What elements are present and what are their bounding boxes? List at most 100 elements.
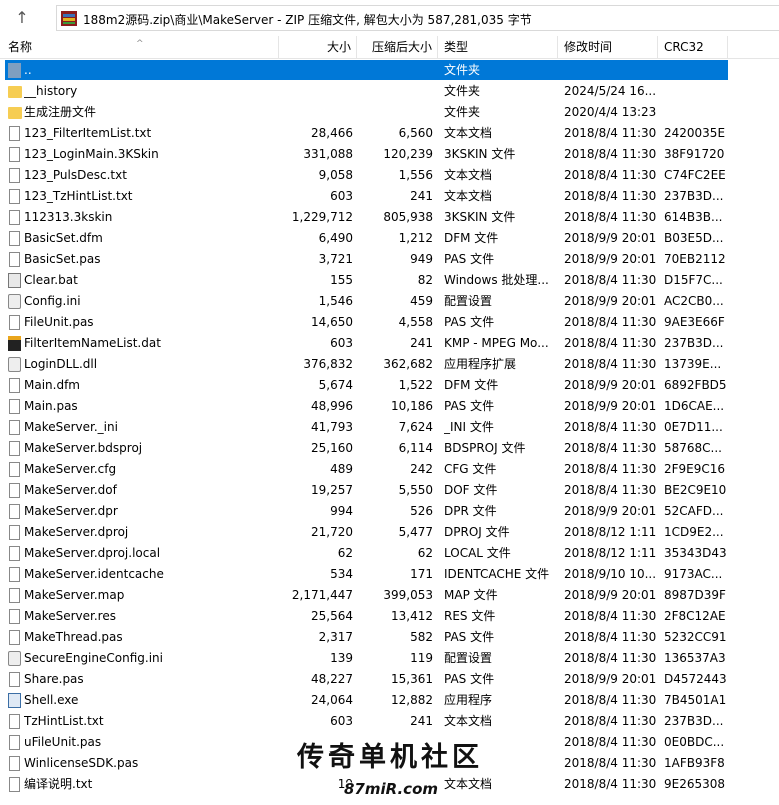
column-crc32[interactable]: CRC32: [658, 36, 728, 58]
file-crc32: 35343D43: [664, 546, 727, 560]
file-row[interactable]: Main.pas 48,996 10,186 PAS 文件 2018/9/9 20:01…: [0, 396, 779, 417]
archive-path: 188m2源码.zip\商业\MakeServer - ZIP 压缩文件, 解包…: [83, 13, 532, 27]
file-type: 应用程序扩展: [444, 357, 517, 371]
file-row[interactable]: FileUnit.pas 14,650 4,558 PAS 文件 2018/8/4 11…: [0, 312, 779, 333]
file-row[interactable]: MakeServer.cfg 489 242 CFG 文件 2018/8/4 11:30…: [0, 459, 779, 480]
file-row[interactable]: __history 文件夹 2024/5/24 16...: [0, 81, 779, 102]
file-row[interactable]: 123_LoginMain.3KSkin 331,088 120,239 3KSKIN…: [0, 144, 779, 165]
file-name: ..: [24, 63, 32, 77]
document-icon: [9, 609, 20, 624]
file-row[interactable]: Share.pas 48,227 15,361 PAS 文件 2018/9/9 20:0…: [0, 669, 779, 690]
file-row[interactable]: Main.dfm 5,674 1,522 DFM 文件 2018/9/9 20:01 68…: [0, 375, 779, 396]
file-row[interactable]: MakeServer.dproj 21,720 5,477 DPROJ 文件 2018/…: [0, 522, 779, 543]
file-row[interactable]: MakeServer.bdsproj 25,160 6,114 BDSPROJ 文件 2…: [0, 438, 779, 459]
file-modified: 2018/8/4 11:30: [564, 777, 657, 791]
file-type: PAS 文件: [444, 315, 495, 329]
file-packed-size: 399,053: [383, 588, 433, 602]
file-crc32: 1D6CAE...: [664, 399, 725, 413]
file-modified: 2018/8/4 11:30: [564, 357, 657, 371]
file-row[interactable]: LoginDLL.dll 376,832 362,682 应用程序扩展 2018/8/4…: [0, 354, 779, 375]
document-icon: [9, 756, 20, 771]
file-name: MakeThread.pas: [24, 630, 123, 644]
file-row[interactable]: FilterItemNameList.dat 603 241 KMP - MPEG M…: [0, 333, 779, 354]
file-name: uFileUnit.pas: [24, 735, 102, 749]
file-name: 编译说明.txt: [24, 777, 93, 791]
file-modified: 2018/9/9 20:01: [564, 231, 657, 245]
file-type: 文本文档: [444, 189, 493, 203]
document-icon: [9, 420, 20, 435]
file-name: 生成注册文件: [24, 105, 97, 119]
file-type: 3KSKIN 文件: [444, 210, 516, 224]
file-packed-size: 82: [417, 273, 433, 287]
document-icon: [9, 168, 20, 183]
file-modified: 2018/8/4 11:30: [564, 315, 657, 329]
document-icon: [9, 672, 20, 687]
file-row[interactable]: .. 文件夹: [0, 60, 779, 81]
up-button[interactable]: ↑: [10, 7, 34, 29]
file-size: 534: [330, 567, 353, 581]
file-type: PAS 文件: [444, 672, 495, 686]
file-size: 19: [337, 777, 353, 791]
file-row[interactable]: Shell.exe 24,064 12,882 应用程序 2018/8/4 11:30 7…: [0, 690, 779, 711]
file-row[interactable]: 生成注册文件 文件夹 2020/4/4 13:23: [0, 102, 779, 123]
file-modified: 2018/8/4 11:30: [564, 462, 657, 476]
file-row[interactable]: BasicSet.dfm 6,490 1,212 DFM 文件 2018/9/9 20:…: [0, 228, 779, 249]
file-name: 123_TzHintList.txt: [24, 189, 133, 203]
file-packed-size: 242: [410, 462, 433, 476]
document-icon: [9, 147, 20, 162]
document-icon: [9, 525, 20, 540]
file-modified: 2018/9/10 10...: [564, 567, 657, 581]
document-icon: [9, 378, 20, 393]
column-header: 名称 ^ 大小 压缩后大小 类型 修改时间 CRC32: [0, 36, 779, 59]
column-crc-label: CRC32: [664, 40, 704, 54]
file-size: [279, 102, 353, 123]
file-size: 155: [330, 273, 353, 287]
file-size: 48,227: [311, 672, 353, 686]
file-row[interactable]: 112313.3kskin 1,229,712 805,938 3KSKIN 文件 20…: [0, 207, 779, 228]
file-packed-size: [360, 60, 433, 81]
file-modified: 2018/9/9 20:01: [564, 588, 657, 602]
file-row[interactable]: MakeThread.pas 2,317 582 PAS 文件 2018/8/4 11:…: [0, 627, 779, 648]
file-row[interactable]: MakeServer.identcache 534 171 IDENTCACHE 文件…: [0, 564, 779, 585]
file-type: 3KSKIN 文件: [444, 147, 516, 161]
column-type[interactable]: 类型: [438, 36, 558, 58]
file-row[interactable]: MakeServer._ini 41,793 7,624 _INI 文件 2018/8/…: [0, 417, 779, 438]
file-crc32: 9AE3E66F: [664, 315, 725, 329]
file-crc32: [664, 81, 728, 102]
file-row[interactable]: Clear.bat 155 82 Windows 批处理... 2018/8/4 11:…: [0, 270, 779, 291]
file-row[interactable]: MakeServer.dproj.local 62 62 LOCAL 文件 2018/8…: [0, 543, 779, 564]
file-row[interactable]: 123_PulsDesc.txt 9,058 1,556 文本文档 2018/8/4 1…: [0, 165, 779, 186]
file-modified: 2018/8/4 11:30: [564, 483, 657, 497]
column-name[interactable]: 名称 ^: [0, 36, 279, 58]
file-row[interactable]: MakeServer.map 2,171,447 399,053 MAP 文件 2018…: [0, 585, 779, 606]
file-row[interactable]: SecureEngineConfig.ini 139 119 配置设置 2018/8/4…: [0, 648, 779, 669]
document-icon: [9, 504, 20, 519]
column-size[interactable]: 大小: [279, 36, 357, 58]
file-size: 489: [330, 462, 353, 476]
file-name: Share.pas: [24, 672, 84, 686]
file-row[interactable]: Config.ini 1,546 459 配置设置 2018/9/9 20:01 AC2C…: [0, 291, 779, 312]
file-type: 配置设置: [444, 294, 493, 308]
column-packed-size[interactable]: 压缩后大小: [357, 36, 438, 58]
path-box[interactable]: 188m2源码.zip\商业\MakeServer - ZIP 压缩文件, 解包…: [56, 5, 779, 31]
file-modified: 2018/8/4 11:30: [564, 693, 657, 707]
file-row[interactable]: MakeServer.dpr 994 526 DPR 文件 2018/9/9 20:01…: [0, 501, 779, 522]
file-name: Main.dfm: [24, 378, 80, 392]
dll-file-icon: [8, 357, 21, 372]
file-row[interactable]: 123_TzHintList.txt 603 241 文本文档 2018/8/4 11:…: [0, 186, 779, 207]
file-type: _INI 文件: [444, 420, 494, 434]
file-row[interactable]: MakeServer.dof 19,257 5,550 DOF 文件 2018/8/4 …: [0, 480, 779, 501]
address-bar: ↑ 188m2源码.zip\商业\MakeServer - ZIP 压缩文件, …: [0, 0, 779, 36]
document-icon: [9, 315, 20, 330]
file-packed-size: 7,624: [398, 420, 433, 434]
batch-file-icon: [8, 273, 21, 288]
column-modified[interactable]: 修改时间: [558, 36, 658, 58]
file-row[interactable]: TzHintList.txt 603 241 文本文档 2018/8/4 11:30 23…: [0, 711, 779, 732]
file-type: DPROJ 文件: [444, 525, 510, 539]
file-type: KMP - MPEG Mo...: [444, 336, 549, 350]
file-row[interactable]: 123_FilterItemList.txt 28,466 6,560 文本文档 201…: [0, 123, 779, 144]
file-name: TzHintList.txt: [24, 714, 104, 728]
document-icon: [9, 630, 20, 645]
file-row[interactable]: MakeServer.res 25,564 13,412 RES 文件 2018/8/4…: [0, 606, 779, 627]
file-row[interactable]: BasicSet.pas 3,721 949 PAS 文件 2018/9/9 20:01…: [0, 249, 779, 270]
